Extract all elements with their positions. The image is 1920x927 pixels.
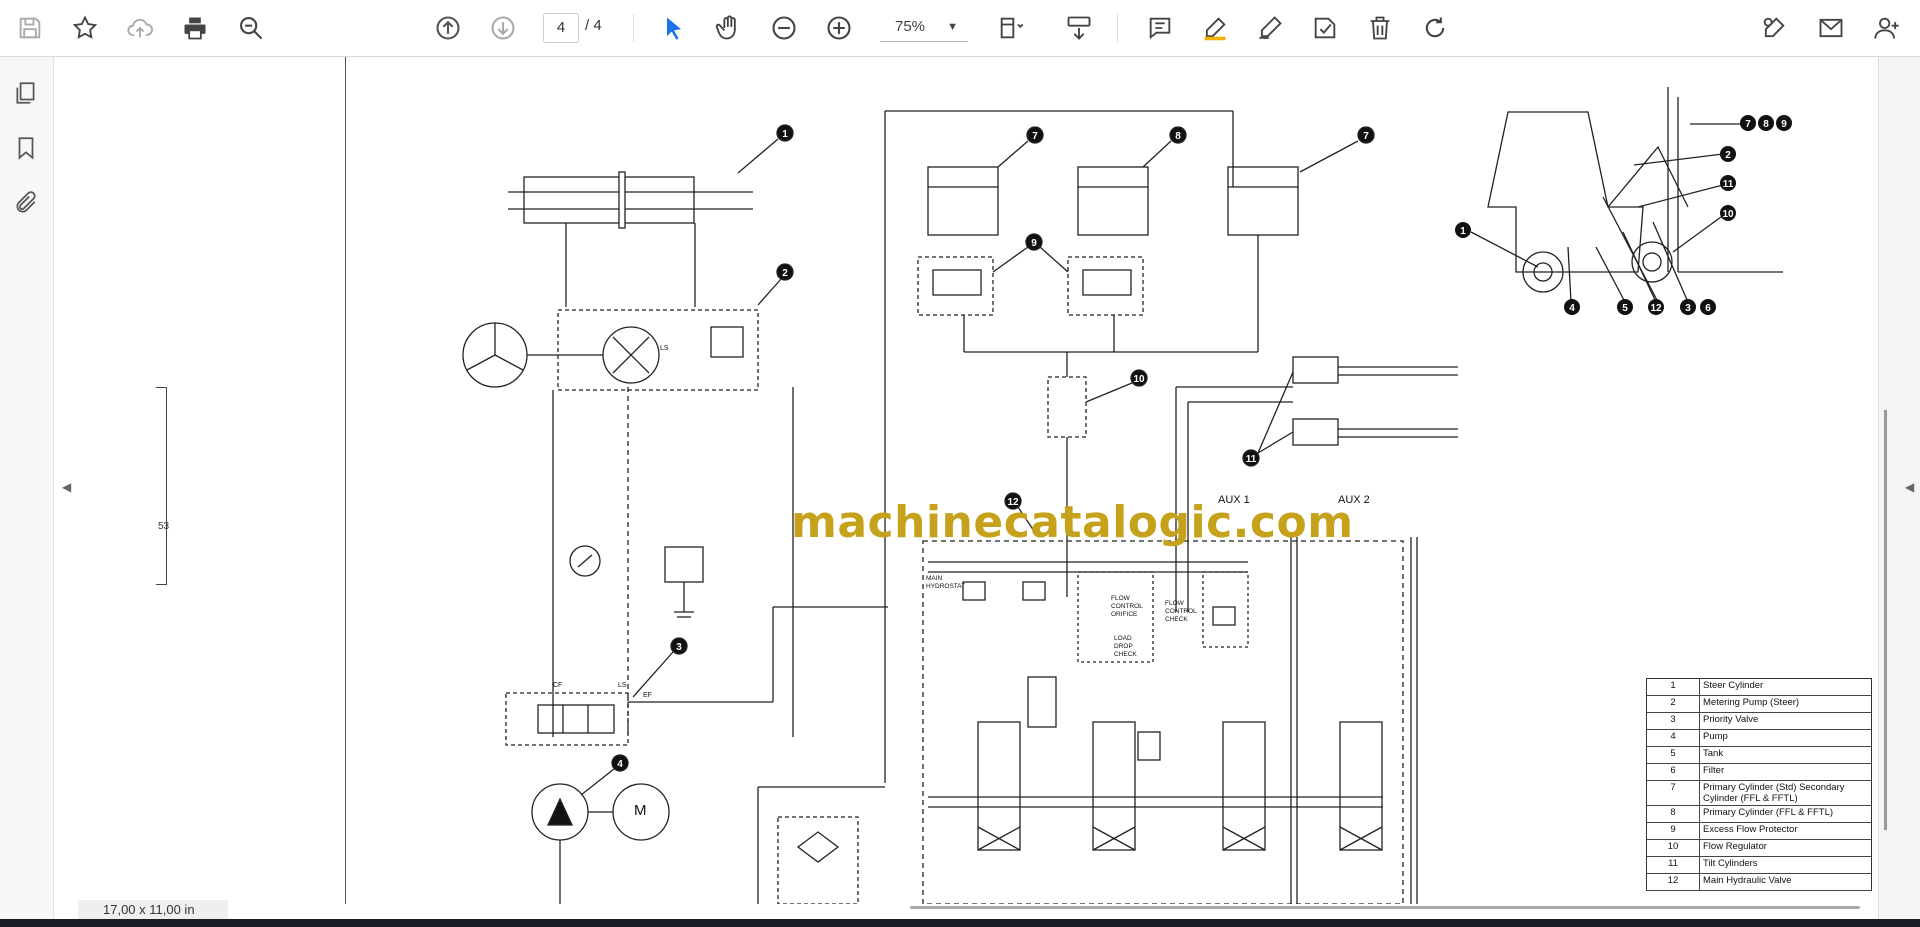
pages-icon[interactable] [10, 77, 42, 109]
flow-control-orifice-label: FLOW CONTROL ORIFICE [1111, 595, 1143, 618]
legend-body: 1 Steer Cylinder 2 Metering Pump (Steer) 3 Pr… [1646, 678, 1872, 891]
zoom-value: 75% [895, 18, 926, 35]
page-scroll-indicator [156, 387, 167, 585]
legend-row: 10 Flow Regulator [1646, 839, 1872, 857]
legend-number: 12 [1646, 873, 1700, 891]
main-hydrostat-label: MAIN HYDROSTAT [926, 575, 966, 590]
legend-description: Steer Cylinder [1699, 678, 1872, 696]
highlight-pen-icon[interactable] [1197, 10, 1233, 46]
taskbar [0, 919, 1920, 927]
page-number-input[interactable]: 4 [543, 13, 579, 43]
left-sidebar [0, 57, 54, 919]
legend-number: 2 [1646, 695, 1700, 713]
legend-number: 10 [1646, 839, 1700, 857]
legend-description: Main Hydraulic Valve [1699, 873, 1872, 891]
legend-description: Priority Valve [1699, 712, 1872, 730]
bookmark-icon[interactable] [10, 132, 42, 164]
save-icon[interactable] [12, 10, 48, 46]
ls-label: LS [660, 345, 669, 352]
attachment-icon[interactable] [10, 187, 42, 219]
legend-row: 11 Tilt Cylinders [1646, 856, 1872, 874]
page-size-status: 17,00 x 11,00 in [78, 900, 228, 919]
legend-row: 4 Pump [1646, 729, 1872, 747]
legend-row: 6 Filter [1646, 763, 1872, 781]
toolbar-divider [1117, 14, 1118, 42]
scroll-indicator-label: 53 [158, 521, 170, 532]
parts-legend-table: 1 Steer Cylinder 2 Metering Pump (Steer) 3 Pr… [1646, 678, 1872, 891]
legend-row: 2 Metering Pump (Steer) [1646, 695, 1872, 713]
upload-cloud-icon[interactable] [122, 10, 158, 46]
draw-icon[interactable] [1252, 10, 1288, 46]
legend-number: 9 [1646, 822, 1700, 840]
legend-number: 6 [1646, 763, 1700, 781]
legend-description: Primary Cylinder (FFL & FFTL) [1699, 805, 1872, 823]
legend-row: 3 Priority Valve [1646, 712, 1872, 730]
select-cursor-icon[interactable] [656, 10, 692, 46]
hydraulic-schematic [462, 87, 1783, 904]
legend-description: Pump [1699, 729, 1872, 747]
legend-row: 5 Tank [1646, 746, 1872, 764]
legend-number: 1 [1646, 678, 1700, 696]
page-up-icon[interactable] [430, 10, 466, 46]
chevron-down-icon: ▼ [947, 21, 958, 33]
zoom-select[interactable]: 75% ▼ [880, 13, 968, 42]
horizontal-scrollbar[interactable] [910, 906, 1860, 909]
fit-page-icon[interactable] [993, 10, 1029, 46]
legend-number: 7 [1646, 780, 1700, 806]
vertical-scrollbar[interactable] [1884, 410, 1887, 830]
legend-number: 8 [1646, 805, 1700, 823]
add-user-icon[interactable] [1869, 10, 1905, 46]
legend-description: Tilt Cylinders [1699, 856, 1872, 874]
delete-icon[interactable] [1362, 10, 1398, 46]
cf-label: CF [553, 682, 563, 689]
toolbar-divider [633, 14, 634, 42]
document-viewport[interactable]: 1 2 11 10 7 8 9 4 5 12 3 6 1 2 3 4 7 8 7… [78, 57, 1878, 904]
comment-icon[interactable] [1142, 10, 1178, 46]
watermark: machinecatalogic.com [791, 497, 1354, 548]
toolbar: 4 / 4 75% ▼ [0, 0, 1920, 57]
bookmark-star-icon[interactable] [67, 10, 103, 46]
pdf-page: 1 2 11 10 7 8 9 4 5 12 3 6 1 2 3 4 7 8 7… [78, 57, 1878, 904]
legend-row: 12 Main Hydraulic Valve [1646, 873, 1872, 891]
legend-number: 4 [1646, 729, 1700, 747]
load-drop-check-label: LOAD DROP CHECK [1114, 635, 1137, 658]
page-total: / 4 [585, 17, 602, 34]
legend-description: Tank [1699, 746, 1872, 764]
legend-number: 11 [1646, 856, 1700, 874]
legend-row: 7 Primary Cylinder (Std) Secondary Cylind… [1646, 780, 1872, 806]
sign-icon[interactable] [1756, 10, 1792, 46]
legend-row: 1 Steer Cylinder [1646, 678, 1872, 696]
rotate-icon[interactable] [1417, 10, 1453, 46]
email-icon[interactable] [1813, 10, 1849, 46]
stamp-icon[interactable] [1307, 10, 1343, 46]
zoom-in-icon[interactable] [821, 10, 857, 46]
collapse-left-panel-icon[interactable]: ◀ [62, 480, 71, 494]
legend-number: 5 [1646, 746, 1700, 764]
legend-description: Primary Cylinder (Std) Secondary Cylinde… [1699, 780, 1872, 806]
legend-row: 9 Excess Flow Protector [1646, 822, 1872, 840]
legend-number: 3 [1646, 712, 1700, 730]
legend-row: 8 Primary Cylinder (FFL & FFTL) [1646, 805, 1872, 823]
print-icon[interactable] [177, 10, 213, 46]
expand-right-panel-icon[interactable]: ◀ [1905, 480, 1914, 494]
legend-description: Excess Flow Protector [1699, 822, 1872, 840]
motor-label: M [634, 802, 647, 819]
zoom-search-icon[interactable] [233, 10, 269, 46]
ef-label: EF [643, 692, 652, 699]
legend-description: Filter [1699, 763, 1872, 781]
legend-description: Metering Pump (Steer) [1699, 695, 1872, 713]
zoom-out-icon[interactable] [766, 10, 802, 46]
ls-label-2: LS [618, 682, 627, 689]
scroll-mode-icon[interactable] [1061, 10, 1097, 46]
page-down-icon[interactable] [485, 10, 521, 46]
flow-control-check-label: FLOW CONTROL CHECK [1165, 600, 1197, 623]
hand-tool-icon[interactable] [711, 10, 747, 46]
legend-description: Flow Regulator [1699, 839, 1872, 857]
